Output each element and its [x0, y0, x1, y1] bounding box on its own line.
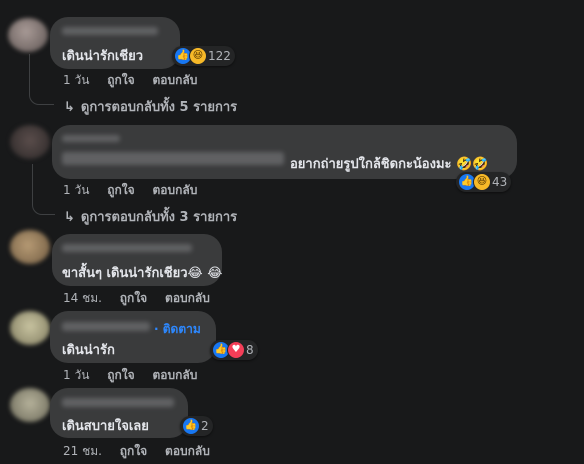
thread-line	[29, 54, 30, 94]
commenter-name[interactable]	[62, 135, 120, 142]
laugh-icon: 😆	[473, 173, 491, 191]
avatar[interactable]	[10, 125, 50, 159]
commenter-name[interactable]	[62, 27, 158, 35]
like-action[interactable]: ถูกใจ	[107, 368, 134, 382]
reply-arrow-icon: ↳	[64, 210, 75, 225]
commenter-name[interactable]	[62, 398, 174, 407]
reaction-count: 8	[246, 343, 254, 357]
comment-meta: 1 วัน ถูกใจ ตอบกลับ	[63, 366, 211, 385]
avatar[interactable]	[10, 388, 50, 422]
comment-time[interactable]: 1 วัน	[63, 368, 89, 382]
like-icon: 👍	[182, 417, 200, 435]
reaction-summary[interactable]: 👍 2	[180, 416, 213, 436]
follow-link[interactable]: · ติดตาม	[154, 320, 201, 339]
comment-text: ขาสั้นๆ เดินน่ารักเชียว😂 😂	[62, 266, 223, 281]
reaction-count: 122	[208, 49, 231, 63]
comment-text: อยากถ่ายรูปใกล้ชิดกะน้องมะ 🤣🤣	[290, 157, 489, 172]
thread-elbow	[32, 200, 55, 215]
view-replies-link[interactable]: ↳ ดูการตอบกลับทั้ง 3 รายการ	[64, 206, 237, 227]
comment-time[interactable]: 14 ชม.	[63, 291, 102, 305]
comment-text: เดินน่ารัก	[62, 343, 115, 358]
comment-time[interactable]: 1 วัน	[63, 73, 89, 87]
laugh-icon: 😆	[189, 47, 207, 65]
thread-elbow	[29, 90, 54, 105]
reply-arrow-icon: ↳	[64, 100, 75, 115]
reaction-summary[interactable]: 👍 😆 43	[456, 172, 512, 192]
comment-meta: 1 วัน ถูกใจ ตอบกลับ	[63, 71, 211, 90]
reaction-summary[interactable]: 👍 ♥ 8	[210, 340, 258, 360]
like-action[interactable]: ถูกใจ	[107, 183, 134, 197]
comment-meta: 1 วัน ถูกใจ ตอบกลับ	[63, 181, 211, 200]
view-replies-link[interactable]: ↳ ดูการตอบกลับทั้ง 5 รายการ	[64, 96, 237, 117]
reaction-summary[interactable]: 👍 😆 122	[172, 46, 235, 66]
like-action[interactable]: ถูกใจ	[107, 73, 134, 87]
comment-time[interactable]: 21 ชม.	[63, 444, 102, 458]
like-action[interactable]: ถูกใจ	[120, 444, 147, 458]
love-icon: ♥	[227, 341, 245, 359]
thread-line	[32, 164, 33, 204]
view-replies-label: ดูการตอบกลับทั้ง 3 รายการ	[80, 210, 238, 225]
comment-time[interactable]: 1 วัน	[63, 183, 89, 197]
reply-action[interactable]: ตอบกลับ	[165, 291, 210, 305]
commenter-name[interactable]	[62, 244, 192, 252]
avatar[interactable]	[10, 230, 50, 264]
reply-action[interactable]: ตอบกลับ	[165, 444, 210, 458]
reaction-count: 43	[492, 175, 508, 189]
reaction-count: 2	[201, 419, 209, 433]
reply-action[interactable]: ตอบกลับ	[152, 73, 197, 87]
reply-action[interactable]: ตอบกลับ	[152, 183, 197, 197]
avatar[interactable]	[8, 18, 48, 52]
comment-text: เดินน่ารักเชียว	[62, 49, 143, 64]
blurred-text	[62, 152, 284, 165]
view-replies-label: ดูการตอบกลับทั้ง 5 รายการ	[80, 100, 238, 115]
comment-meta: 14 ชม. ถูกใจ ตอบกลับ	[63, 289, 224, 308]
comment-meta: 21 ชม. ถูกใจ ตอบกลับ	[63, 442, 224, 461]
commenter-name[interactable]	[62, 322, 150, 331]
reply-action[interactable]: ตอบกลับ	[152, 368, 197, 382]
comment-text: เดินสบายใจเลย	[62, 419, 149, 434]
avatar[interactable]	[10, 311, 50, 345]
like-action[interactable]: ถูกใจ	[120, 291, 147, 305]
